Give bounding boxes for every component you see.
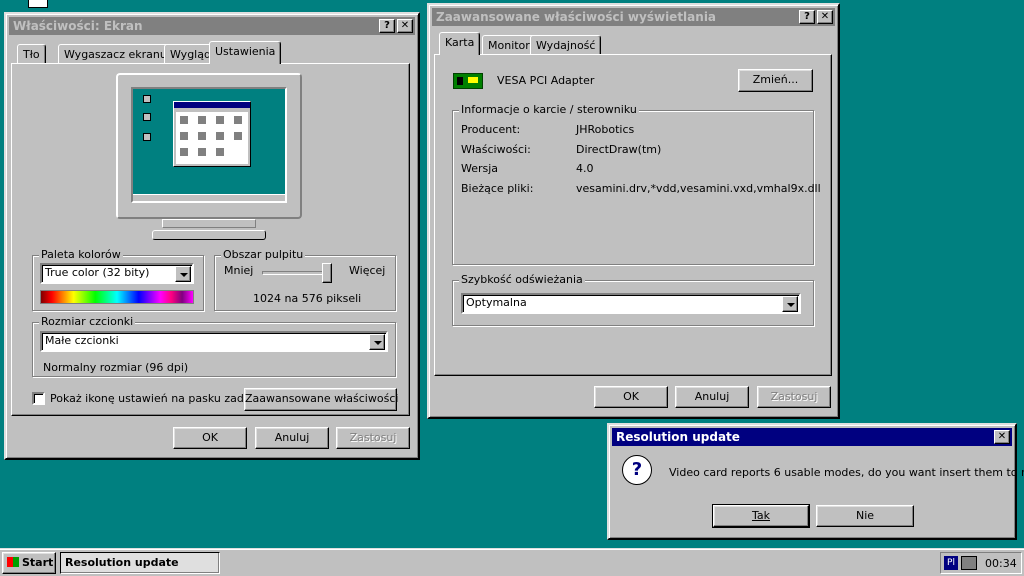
adapter-name: VESA PCI Adapter [497, 74, 595, 87]
tab-wydajnosc[interactable]: Wydajność [530, 35, 602, 55]
tab-ustawienia[interactable]: Ustawienia [209, 41, 282, 64]
fontsize-select[interactable]: Małe czcionki [40, 331, 388, 352]
close-button[interactable]: ✕ [397, 19, 413, 33]
system-tray: Pl 00:34 [940, 552, 1022, 574]
change-button[interactable]: Zmień... [738, 69, 813, 92]
palette-label: Paleta kolorów [39, 248, 123, 261]
fontsize-desc: Normalny rozmiar (96 dpi) [43, 361, 189, 374]
preview-folder-icon [234, 132, 242, 140]
language-indicator[interactable]: Pl [944, 556, 958, 570]
taskbar-item-label: Resolution update [65, 556, 179, 569]
apply-button[interactable]: Zastosuj [336, 427, 410, 449]
display-adapter-icon [453, 73, 483, 89]
help-button[interactable]: ? [379, 19, 395, 33]
question-icon: ? [622, 455, 652, 485]
advanced-titlebar[interactable]: Zaawansowane właściwości wyświetlania ? … [432, 8, 835, 26]
fontsize-value: Małe czcionki [45, 334, 119, 347]
palette-select[interactable]: True color (32 bity) [40, 263, 194, 284]
advanced-properties-button[interactable]: Zaawansowane właściwości [244, 388, 398, 411]
preview-folder-icon [180, 116, 188, 124]
cancel-button[interactable]: Anuluj [675, 386, 749, 408]
show-icon-label[interactable]: Pokaż ikonę ustawień na pasku zadań [50, 392, 258, 405]
chevron-down-icon[interactable] [369, 334, 385, 350]
area-value: 1024 na 576 pikseli [253, 292, 362, 305]
resolution-slider-thumb[interactable] [322, 263, 332, 283]
ok-button[interactable]: OK [173, 427, 247, 449]
display-settings-icon[interactable] [961, 556, 977, 570]
ok-button[interactable]: OK [594, 386, 668, 408]
info-value-version: 4.0 [576, 162, 594, 175]
refresh-rate-select[interactable]: Optymalna [461, 293, 801, 314]
dialog-title: Resolution update [616, 430, 740, 444]
dialog-message: Video card reports 6 usable modes, do yo… [669, 466, 1024, 479]
driver-info-label: Informacje o karcie / sterowniku [459, 103, 639, 116]
windows-logo-icon [7, 557, 19, 567]
preview-folder-icon [234, 116, 242, 124]
preview-folder-icon [180, 132, 188, 140]
area-less-label: Mniej [224, 264, 254, 277]
start-label: Start [22, 556, 54, 569]
help-button[interactable]: ? [799, 10, 815, 24]
taskbar-item-resolution-update[interactable]: Resolution update [60, 552, 220, 574]
close-button[interactable]: ✕ [817, 10, 833, 24]
preview-folder-icon [198, 116, 206, 124]
no-button[interactable]: Nie [816, 505, 914, 527]
refresh-rate-value: Optymalna [466, 296, 527, 309]
info-value-features: DirectDraw(tm) [576, 143, 662, 156]
area-more-label: Więcej [349, 264, 386, 277]
monitor-screen [131, 87, 287, 203]
refresh-rate-label: Szybkość odświeżania [459, 273, 585, 286]
preview-window-titlebar [174, 102, 250, 108]
clock: 00:34 [985, 557, 1017, 570]
info-label-producer: Producent: [461, 123, 521, 136]
info-label-features: Właściwości: [461, 143, 531, 156]
palette-value: True color (32 bity) [45, 266, 150, 279]
preview-desktop-icon [143, 95, 151, 103]
color-spectrum-bar [40, 290, 194, 304]
preview-folder-icon [216, 132, 224, 140]
info-value-producer: JHRobotics [576, 123, 635, 136]
tab-karta[interactable]: Karta [439, 32, 481, 55]
resolution-update-dialog: Resolution update ✕ [607, 423, 1017, 540]
advanced-title: Zaawansowane właściwości wyświetlania [436, 10, 717, 24]
preview-taskbar [133, 194, 285, 201]
dialog-titlebar[interactable]: Resolution update ✕ [612, 428, 1012, 446]
show-icon-checkbox[interactable] [32, 392, 45, 405]
preview-window [173, 101, 251, 167]
close-button[interactable]: ✕ [994, 430, 1010, 444]
fontsize-label: Rozmiar czcionki [39, 315, 136, 328]
monitor-preview [116, 73, 302, 219]
preview-folder-icon [198, 148, 206, 156]
monitor-base [152, 230, 266, 240]
info-label-files: Bieżące pliki: [461, 182, 534, 195]
preview-folder-icon [216, 116, 224, 124]
preview-folder-icon [198, 132, 206, 140]
cancel-button[interactable]: Anuluj [255, 427, 329, 449]
desktop-icon-partial[interactable] [28, 0, 48, 8]
start-button[interactable]: Start [2, 552, 56, 574]
monitor-stand [152, 219, 266, 241]
display-properties-titlebar[interactable]: Właściwości: Ekran ? ✕ [9, 17, 415, 35]
display-properties-title: Właściwości: Ekran [13, 19, 143, 33]
monitor-neck [162, 219, 256, 228]
preview-desktop-icon [143, 113, 151, 121]
preview-desktop-icon [143, 133, 151, 141]
info-label-version: Wersja [461, 162, 499, 175]
tab-wygaszacz[interactable]: Wygaszacz ekranu [58, 44, 173, 64]
info-value-files: vesamini.drv,*vdd,vesamini.vxd,vmhal9x.d… [576, 182, 821, 195]
yes-button[interactable]: Tak [712, 504, 810, 528]
chevron-down-icon[interactable] [782, 296, 798, 312]
preview-folder-icon [180, 148, 188, 156]
chevron-down-icon[interactable] [175, 266, 191, 282]
taskbar: Start Resolution update Pl 00:34 [0, 548, 1024, 576]
tab-tlo[interactable]: Tło [17, 44, 46, 64]
apply-button[interactable]: Zastosuj [757, 386, 831, 408]
tab-monitor[interactable]: Monitor [482, 35, 536, 55]
preview-window-body [176, 112, 248, 164]
desktop-area-label: Obszar pulpitu [221, 248, 306, 261]
preview-folder-icon [216, 148, 224, 156]
